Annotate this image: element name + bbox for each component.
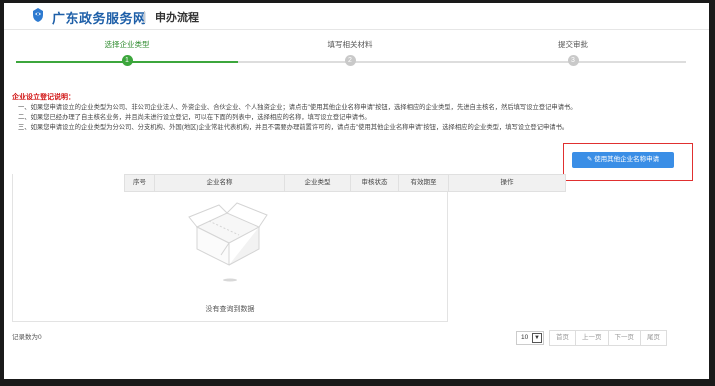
col-actions: 操作 [500, 179, 514, 186]
step-label: 填写相关材料 [327, 40, 373, 49]
last-page-button[interactable]: 尾页 [640, 330, 667, 346]
note-line: 二、如果您已经办理了自主核名业务，并且尚未进行设立登记，可以在下面的列表中，选择… [18, 114, 371, 121]
step-number-badge: 2 [344, 55, 356, 66]
page-title: 申办流程 [155, 12, 199, 24]
registration-notes: 企业设立登记说明： 一、如果您申请设立的企业类型为公司、非公司企业法人、外资企业… [12, 93, 702, 133]
empty-state-text: 没有查询到数据 [205, 306, 255, 313]
step-label: 提交审批 [558, 40, 588, 49]
step-select-type: 选择企业类型 1 [67, 39, 187, 66]
table-header: 序号 企业名称 企业类型 审核状态 有效期至 操作 [124, 174, 566, 192]
gov-logo-icon [33, 8, 43, 22]
step-number-badge: 3 [567, 55, 579, 66]
progress-steps: 选择企业类型 1 填写相关材料 2 提交审批 3 [16, 39, 686, 75]
first-page-button[interactable]: 首页 [549, 330, 576, 346]
page: 广东政务服务网 申办流程 选择企业类型 1 填写相关材料 2 提交审批 3 企业… [4, 3, 709, 379]
col-company-type: 企业类型 [285, 175, 351, 191]
page-size-value: 10 [521, 334, 529, 341]
empty-box-icon [188, 202, 268, 282]
note-line: 一、如果您申请设立的企业类型为公司、非公司企业法人、外资企业、合伙企业、个人独资… [18, 104, 577, 111]
record-count: 记录数为0 [12, 334, 42, 341]
use-other-name-button[interactable]: ✎ 使用其他企业名称申请 [572, 152, 674, 168]
site-header: 广东政务服务网 申办流程 [4, 3, 709, 30]
step-submit: 提交审批 3 [513, 39, 633, 66]
step-fill-materials: 填写相关材料 2 [290, 39, 410, 66]
header-divider [144, 11, 145, 23]
col-company-name: 企业名称 [155, 175, 285, 191]
col-review-status: 审核状态 [351, 175, 399, 191]
step-number-badge: 1 [121, 55, 133, 66]
notes-title: 企业设立登记说明： [12, 94, 75, 101]
prev-page-button[interactable]: 上一页 [575, 330, 609, 346]
col-valid-until: 有效期至 [399, 175, 449, 191]
use-other-name-label: 使用其他企业名称申请 [594, 156, 660, 163]
col-index: 序号 [125, 175, 155, 191]
step-label: 选择企业类型 [104, 40, 150, 49]
note-line: 三、如果您申请设立的企业类型为分公司、分支机构、外国(地区)企业常驻代表机构，并… [18, 124, 569, 131]
site-brand[interactable]: 广东政务服务网 [52, 8, 147, 27]
edit-icon: ✎ [586, 156, 593, 163]
chevron-down-icon: ▼ [532, 333, 542, 343]
next-page-button[interactable]: 下一页 [607, 330, 641, 346]
page-size-select[interactable]: 10 ▼ [516, 331, 544, 345]
pagination: 10 ▼ 首页 上一页 下一页 尾页 [516, 330, 667, 346]
